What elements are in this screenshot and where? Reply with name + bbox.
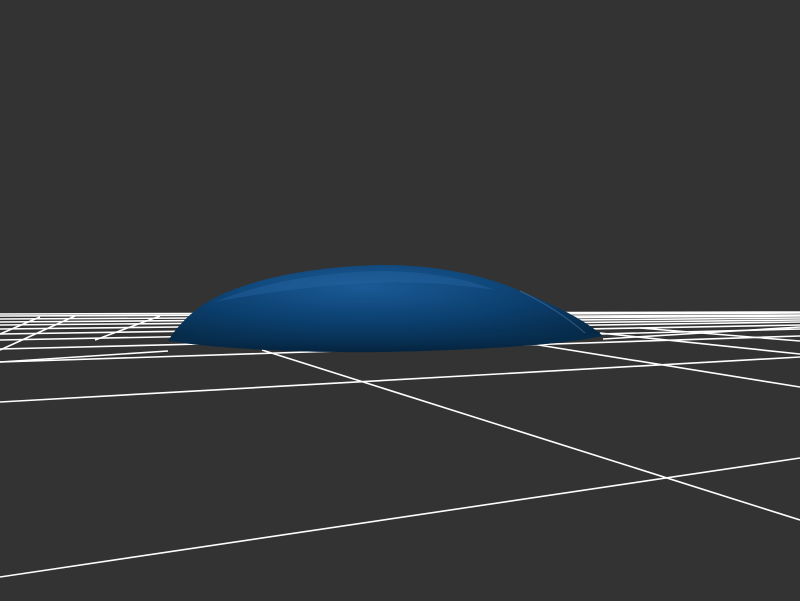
3d-viewport[interactable] <box>0 0 800 601</box>
scene-canvas[interactable] <box>0 0 800 601</box>
